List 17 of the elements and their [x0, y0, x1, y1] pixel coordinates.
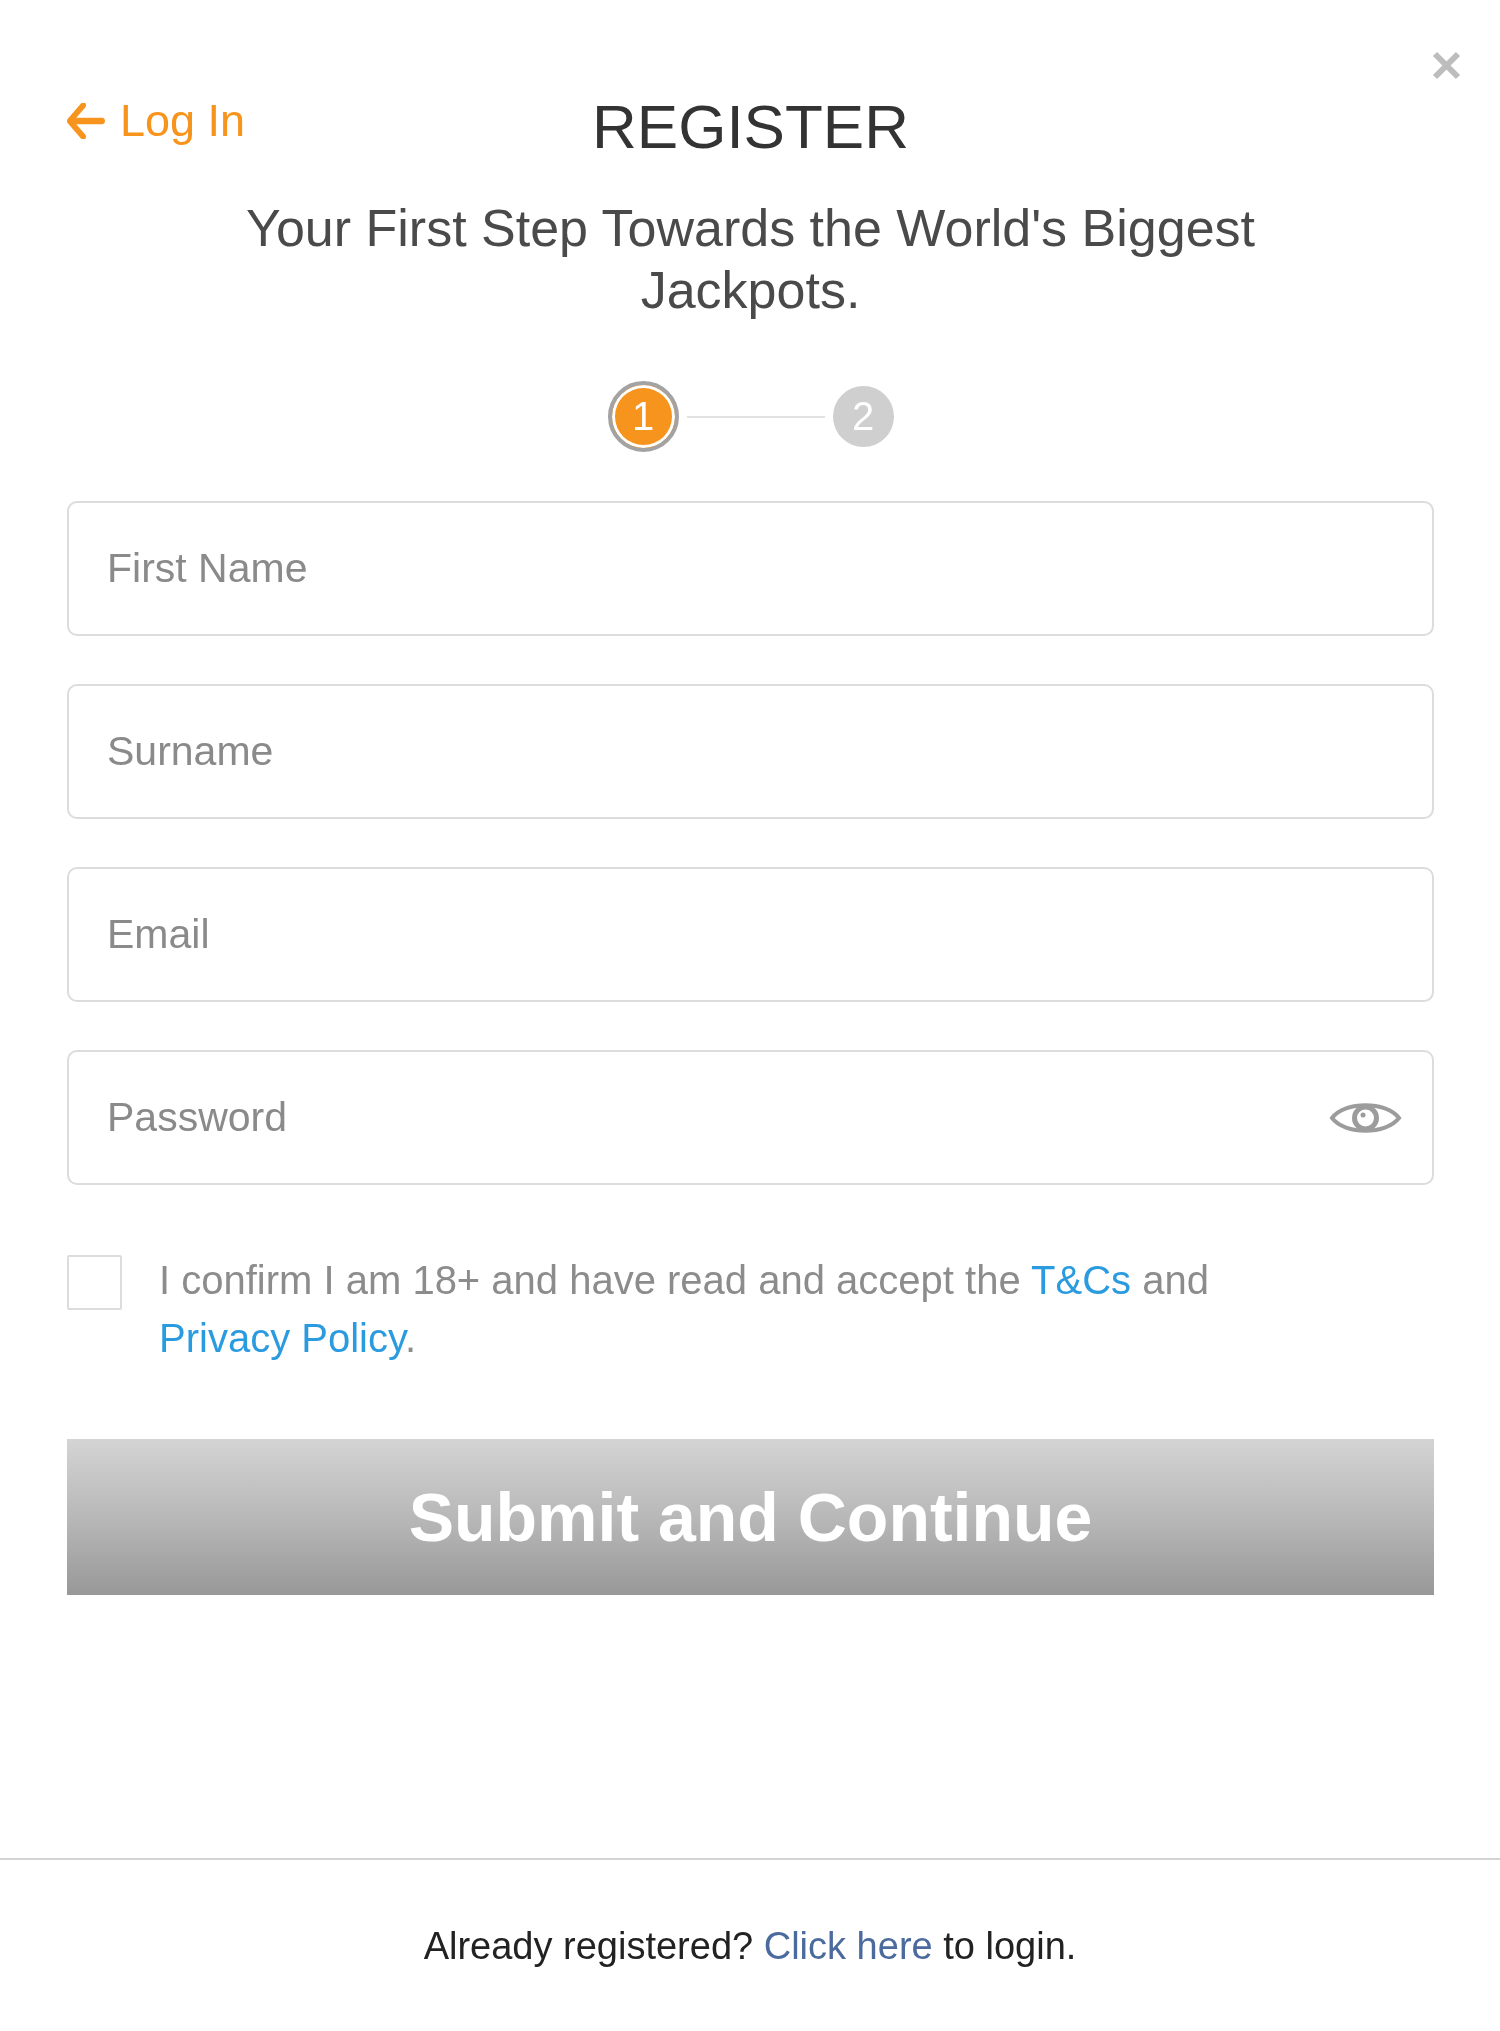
- consent-text: I confirm I am 18+ and have read and accept the T&Cs and Privacy Policy.: [159, 1257, 1210, 1362]
- consent-checkbox[interactable]: [67, 1255, 122, 1310]
- consent-link[interactable]: Privacy Policy: [159, 1316, 405, 1360]
- input-field[interactable]: Surname: [67, 684, 1434, 819]
- input-field[interactable]: First Name: [67, 501, 1434, 636]
- close-button[interactable]: [1431, 50, 1462, 81]
- page-title: REGISTER: [592, 91, 909, 163]
- arrow-left-icon: [67, 103, 105, 139]
- input-field[interactable]: Email: [67, 867, 1434, 1002]
- consent-link[interactable]: T&Cs: [1031, 1258, 1132, 1302]
- password-field[interactable]: Password: [67, 1050, 1434, 1185]
- click-here-link[interactable]: Click here: [763, 1924, 933, 1967]
- subtitle: Your First Step Towards the World's Biggest Jackpots.: [245, 198, 1256, 321]
- step-indicator: 1: [607, 381, 679, 452]
- close-icon: [1431, 50, 1462, 81]
- log-in-link[interactable]: Log In: [67, 94, 246, 148]
- login-prompt: Already registered? Click here to login.: [423, 1923, 1077, 1969]
